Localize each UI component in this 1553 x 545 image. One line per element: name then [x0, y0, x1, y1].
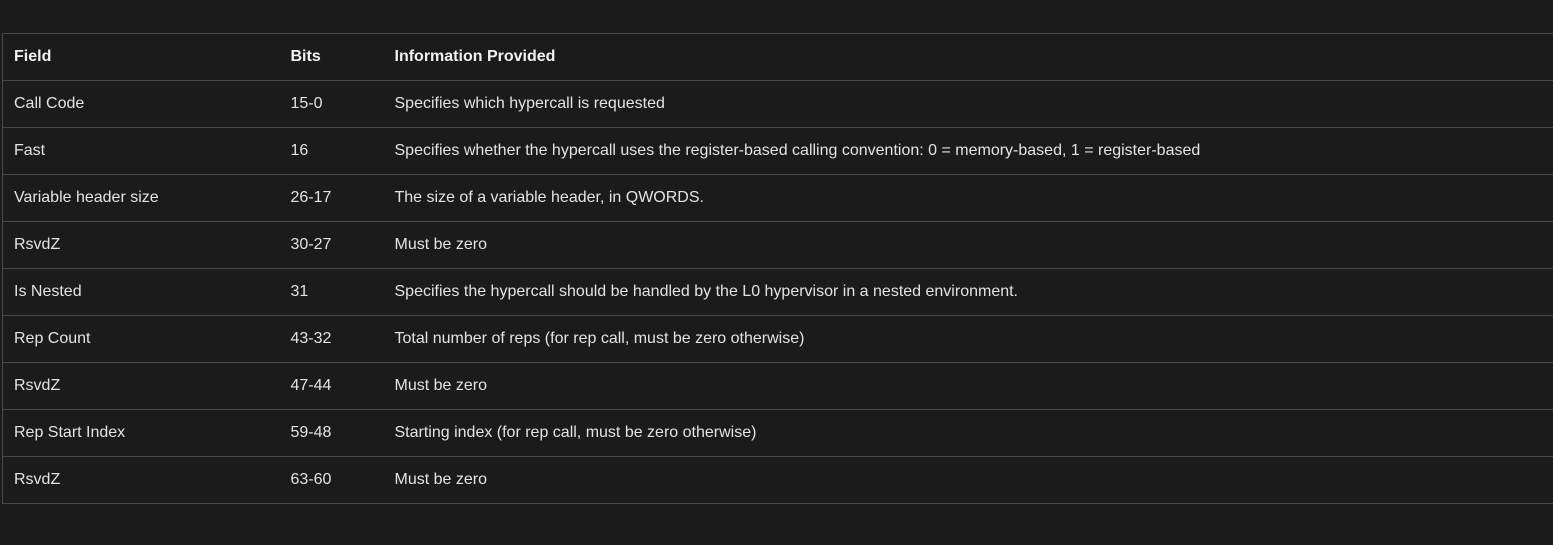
cell-bits: 30-27 — [279, 221, 384, 269]
cell-information: The size of a variable header, in QWORDS… — [383, 174, 1553, 222]
table-body: Call Code 15-0 Specifies which hypercall… — [2, 80, 1553, 504]
cell-field: Is Nested — [2, 268, 280, 316]
cell-information: Total number of reps (for rep call, must… — [383, 315, 1553, 363]
cell-field: RsvdZ — [2, 221, 280, 269]
table-header-row: Field Bits Information Provided — [2, 33, 1553, 81]
cell-bits: 16 — [279, 127, 384, 175]
cell-bits: 26-17 — [279, 174, 384, 222]
cell-bits: 63-60 — [279, 456, 384, 504]
hypercall-input-table: Field Bits Information Provided Call Cod… — [2, 33, 1553, 504]
header-information-provided: Information Provided — [383, 33, 1553, 81]
cell-bits: 15-0 — [279, 80, 384, 128]
cell-bits: 47-44 — [279, 362, 384, 410]
table-row: RsvdZ 47-44 Must be zero — [2, 362, 1553, 410]
table-row: Variable header size 26-17 The size of a… — [2, 174, 1553, 222]
header-field: Field — [2, 33, 280, 81]
header-bits: Bits — [279, 33, 384, 81]
hypercall-input-table-container: Field Bits Information Provided Call Cod… — [2, 33, 1553, 504]
cell-bits: 31 — [279, 268, 384, 316]
cell-information: Specifies the hypercall should be handle… — [383, 268, 1553, 316]
cell-field: Fast — [2, 127, 280, 175]
cell-information: Must be zero — [383, 456, 1553, 504]
cell-field: RsvdZ — [2, 362, 280, 410]
cell-field: Rep Count — [2, 315, 280, 363]
table-row: RsvdZ 63-60 Must be zero — [2, 456, 1553, 504]
table-row: Fast 16 Specifies whether the hypercall … — [2, 127, 1553, 175]
cell-information: Specifies which hypercall is requested — [383, 80, 1553, 128]
table-row: Rep Count 43-32 Total number of reps (fo… — [2, 315, 1553, 363]
table-row: Rep Start Index 59-48 Starting index (fo… — [2, 409, 1553, 457]
cell-information: Specifies whether the hypercall uses the… — [383, 127, 1553, 175]
cell-field: Variable header size — [2, 174, 280, 222]
cell-bits: 43-32 — [279, 315, 384, 363]
cell-field: RsvdZ — [2, 456, 280, 504]
cell-field: Call Code — [2, 80, 280, 128]
cell-field: Rep Start Index — [2, 409, 280, 457]
cell-information: Starting index (for rep call, must be ze… — [383, 409, 1553, 457]
table-row: RsvdZ 30-27 Must be zero — [2, 221, 1553, 269]
cell-information: Must be zero — [383, 221, 1553, 269]
cell-information: Must be zero — [383, 362, 1553, 410]
table-row: Call Code 15-0 Specifies which hypercall… — [2, 80, 1553, 128]
cell-bits: 59-48 — [279, 409, 384, 457]
table-row: Is Nested 31 Specifies the hypercall sho… — [2, 268, 1553, 316]
table-header: Field Bits Information Provided — [2, 33, 1553, 81]
